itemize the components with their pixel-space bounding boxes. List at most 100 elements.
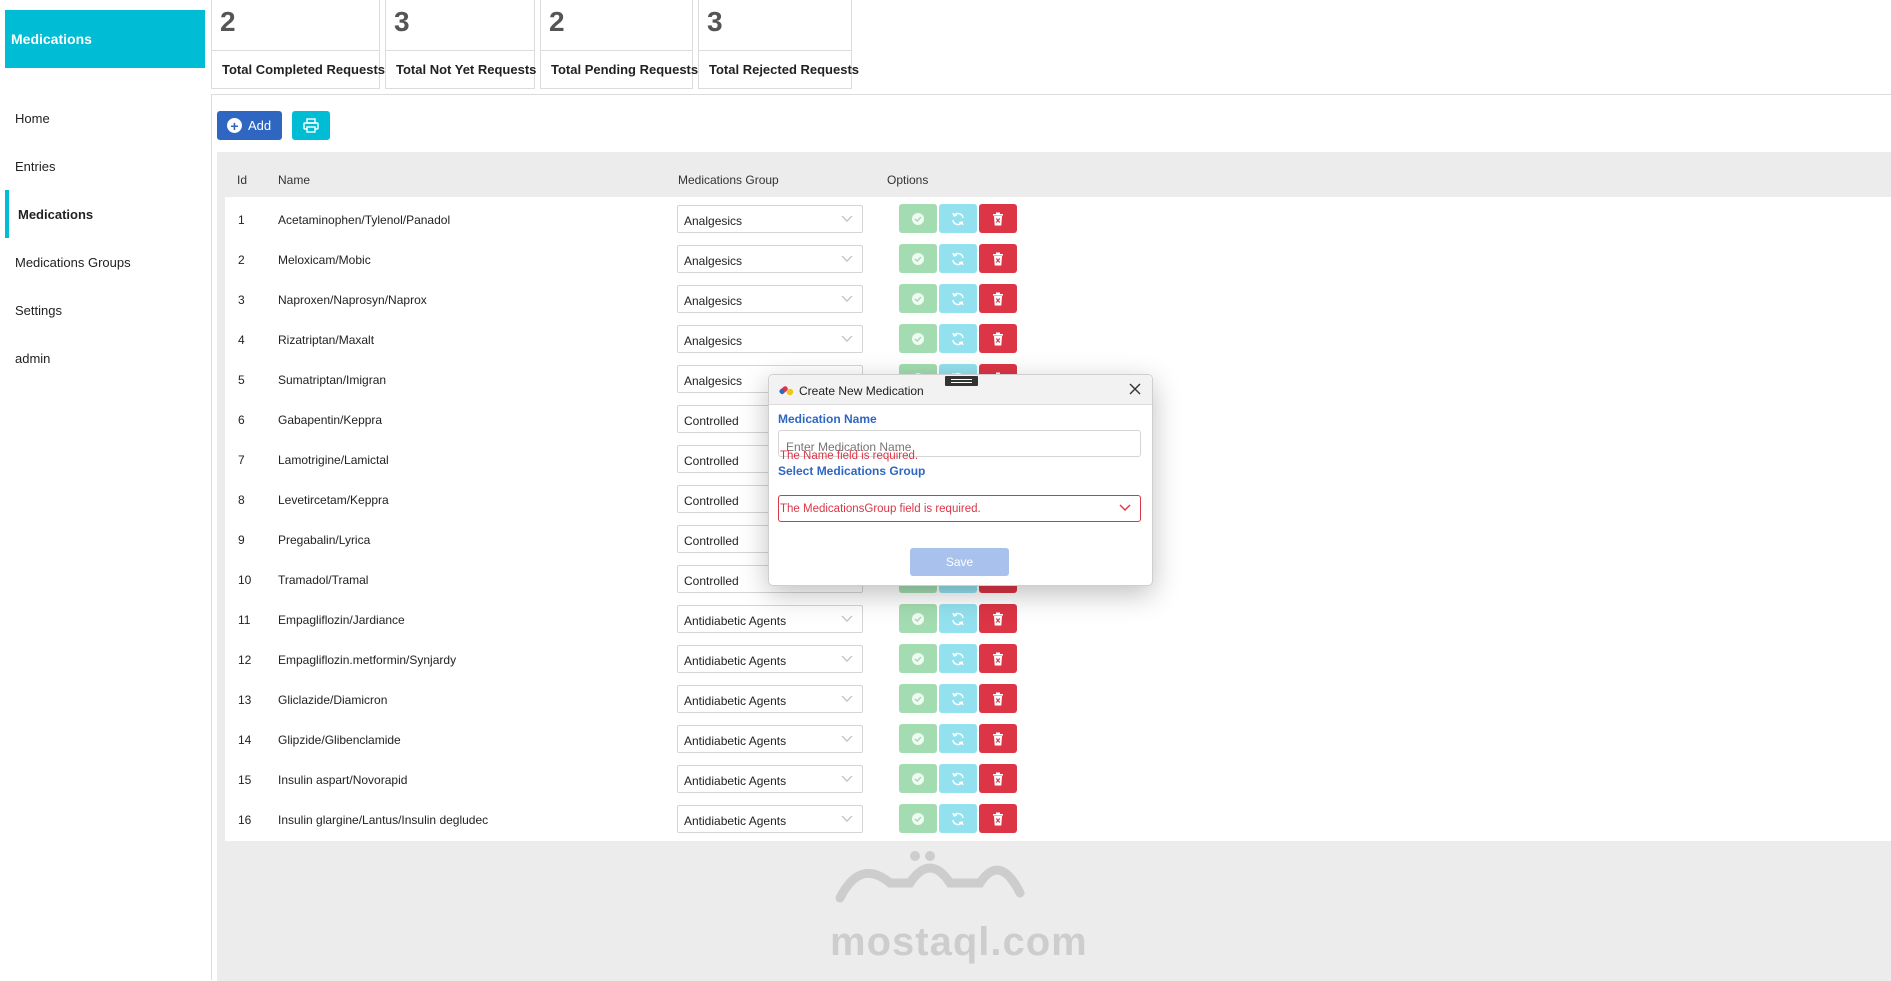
row-group-value: Analgesics (684, 334, 743, 348)
row-name: Meloxicam/Mobic (278, 253, 371, 267)
update-button[interactable] (939, 284, 977, 313)
table-row: 15 Insulin aspart/Novorapid Antidiabetic A… (225, 757, 1891, 801)
row-name: Naproxen/Naprosyn/Naprox (278, 293, 427, 307)
approve-button[interactable] (899, 724, 937, 753)
chevron-down-icon (841, 695, 853, 702)
sidebar-item-settings[interactable]: Settings (5, 286, 205, 334)
update-button[interactable] (939, 804, 977, 833)
row-group-select[interactable]: Antidiabetic Agents (677, 605, 863, 633)
approve-button[interactable] (899, 684, 937, 713)
delete-button[interactable] (979, 324, 1017, 353)
printer-icon (303, 118, 319, 133)
row-group-value: Analgesics (684, 294, 743, 308)
row-id: 3 (238, 293, 245, 307)
trash-icon (993, 772, 1003, 785)
row-group-select[interactable]: Antidiabetic Agents (677, 645, 863, 673)
check-circle-icon (912, 252, 924, 265)
row-group-select[interactable]: Analgesics (677, 245, 863, 273)
name-error-message: The Name field is required. (780, 450, 919, 462)
table-row: 13 Gliclazide/Diamicron Antidiabetic Agent… (225, 677, 1891, 721)
approve-button[interactable] (899, 604, 937, 633)
row-group-select[interactable]: Analgesics (677, 325, 863, 353)
add-button[interactable]: + Add (217, 111, 283, 140)
sidebar-item-medications-groups[interactable]: Medications Groups (5, 238, 205, 286)
approve-button[interactable] (899, 204, 937, 233)
save-button[interactable]: Save (910, 548, 1009, 576)
approve-button[interactable] (899, 244, 937, 273)
row-group-value: Analgesics (684, 214, 743, 228)
table-row: 16 Insulin glargine/Lantus/Insulin deglud… (225, 797, 1891, 841)
row-name: Acetaminophen/Tylenol/Panadol (278, 213, 451, 227)
add-button-label: Add (248, 118, 272, 133)
stat-value: 2 (541, 0, 692, 51)
row-name: Gliclazide/Diamicron (278, 693, 388, 707)
update-button[interactable] (939, 724, 977, 753)
update-button[interactable] (939, 644, 977, 673)
chevron-down-icon (841, 615, 853, 622)
row-id: 7 (238, 453, 245, 467)
row-group-value: Controlled (684, 534, 739, 548)
approve-button[interactable] (899, 804, 937, 833)
check-circle-icon (912, 292, 924, 305)
row-group-value: Antidiabetic Agents (684, 734, 787, 748)
update-button[interactable] (939, 204, 977, 233)
stat-label: Total Not Yet Requests (396, 62, 537, 77)
row-name: Empagliflozin/Jardiance (278, 613, 405, 627)
row-group-select[interactable]: Antidiabetic Agents (677, 805, 863, 833)
row-group-select[interactable]: Antidiabetic Agents (677, 725, 863, 753)
sidebar-item-medications[interactable]: Medications (5, 190, 205, 238)
stat-card-pending: 2 Total Pending Requests (540, 0, 698, 89)
delete-button[interactable] (979, 204, 1017, 233)
approve-button[interactable] (899, 644, 937, 673)
create-medication-dialog: Create New Medication Medication Name Th… (768, 374, 1153, 586)
chevron-down-icon (841, 255, 853, 262)
medications-group-label: Select Medications Group (778, 464, 926, 478)
row-name: Gabapentin/Keppra (278, 413, 383, 427)
dialog-header[interactable]: Create New Medication (769, 375, 1152, 405)
refresh-icon (952, 692, 964, 705)
drag-handle-icon[interactable] (945, 376, 978, 386)
update-button[interactable] (939, 244, 977, 273)
approve-button[interactable] (899, 324, 937, 353)
sidebar-item-home[interactable]: Home (5, 94, 205, 142)
table-row: 11 Empagliflozin/Jardiance Antidiabetic Ag… (225, 597, 1891, 641)
row-group-value: Antidiabetic Agents (684, 814, 787, 828)
row-name: Levetircetam/Keppra (278, 493, 389, 507)
delete-button[interactable] (979, 764, 1017, 793)
sidebar-item-entries[interactable]: Entries (5, 142, 205, 190)
delete-button[interactable] (979, 604, 1017, 633)
row-name: Tramadol/Tramal (278, 573, 369, 587)
chevron-down-icon (841, 295, 853, 302)
row-group-select[interactable]: Antidiabetic Agents (677, 685, 863, 713)
row-group-value: Analgesics (684, 374, 743, 388)
chevron-down-icon (841, 215, 853, 222)
update-button[interactable] (939, 604, 977, 633)
delete-button[interactable] (979, 644, 1017, 673)
update-button[interactable] (939, 764, 977, 793)
header-group: Medications Group (678, 173, 779, 187)
row-id: 4 (238, 333, 245, 347)
print-button[interactable] (292, 111, 331, 140)
chevron-down-icon (841, 775, 853, 782)
delete-button[interactable] (979, 804, 1017, 833)
row-group-select[interactable]: Analgesics (677, 205, 863, 233)
close-icon[interactable] (1127, 381, 1143, 397)
row-group-select[interactable]: Analgesics (677, 285, 863, 313)
table-row: 1 Acetaminophen/Tylenol/Panadol Analgesics (225, 197, 1891, 241)
sidebar-item-admin[interactable]: admin (5, 334, 205, 382)
update-button[interactable] (939, 684, 977, 713)
check-circle-icon (912, 332, 924, 345)
row-name: Insulin glargine/Lantus/Insulin degludec (278, 813, 489, 827)
delete-button[interactable] (979, 684, 1017, 713)
delete-button[interactable] (979, 284, 1017, 313)
row-group-value: Antidiabetic Agents (684, 694, 787, 708)
refresh-icon (952, 292, 964, 305)
approve-button[interactable] (899, 764, 937, 793)
approve-button[interactable] (899, 284, 937, 313)
chevron-down-icon (1119, 504, 1131, 511)
delete-button[interactable] (979, 724, 1017, 753)
update-button[interactable] (939, 324, 977, 353)
delete-button[interactable] (979, 244, 1017, 273)
row-group-select[interactable]: Antidiabetic Agents (677, 765, 863, 793)
row-id: 9 (238, 533, 245, 547)
